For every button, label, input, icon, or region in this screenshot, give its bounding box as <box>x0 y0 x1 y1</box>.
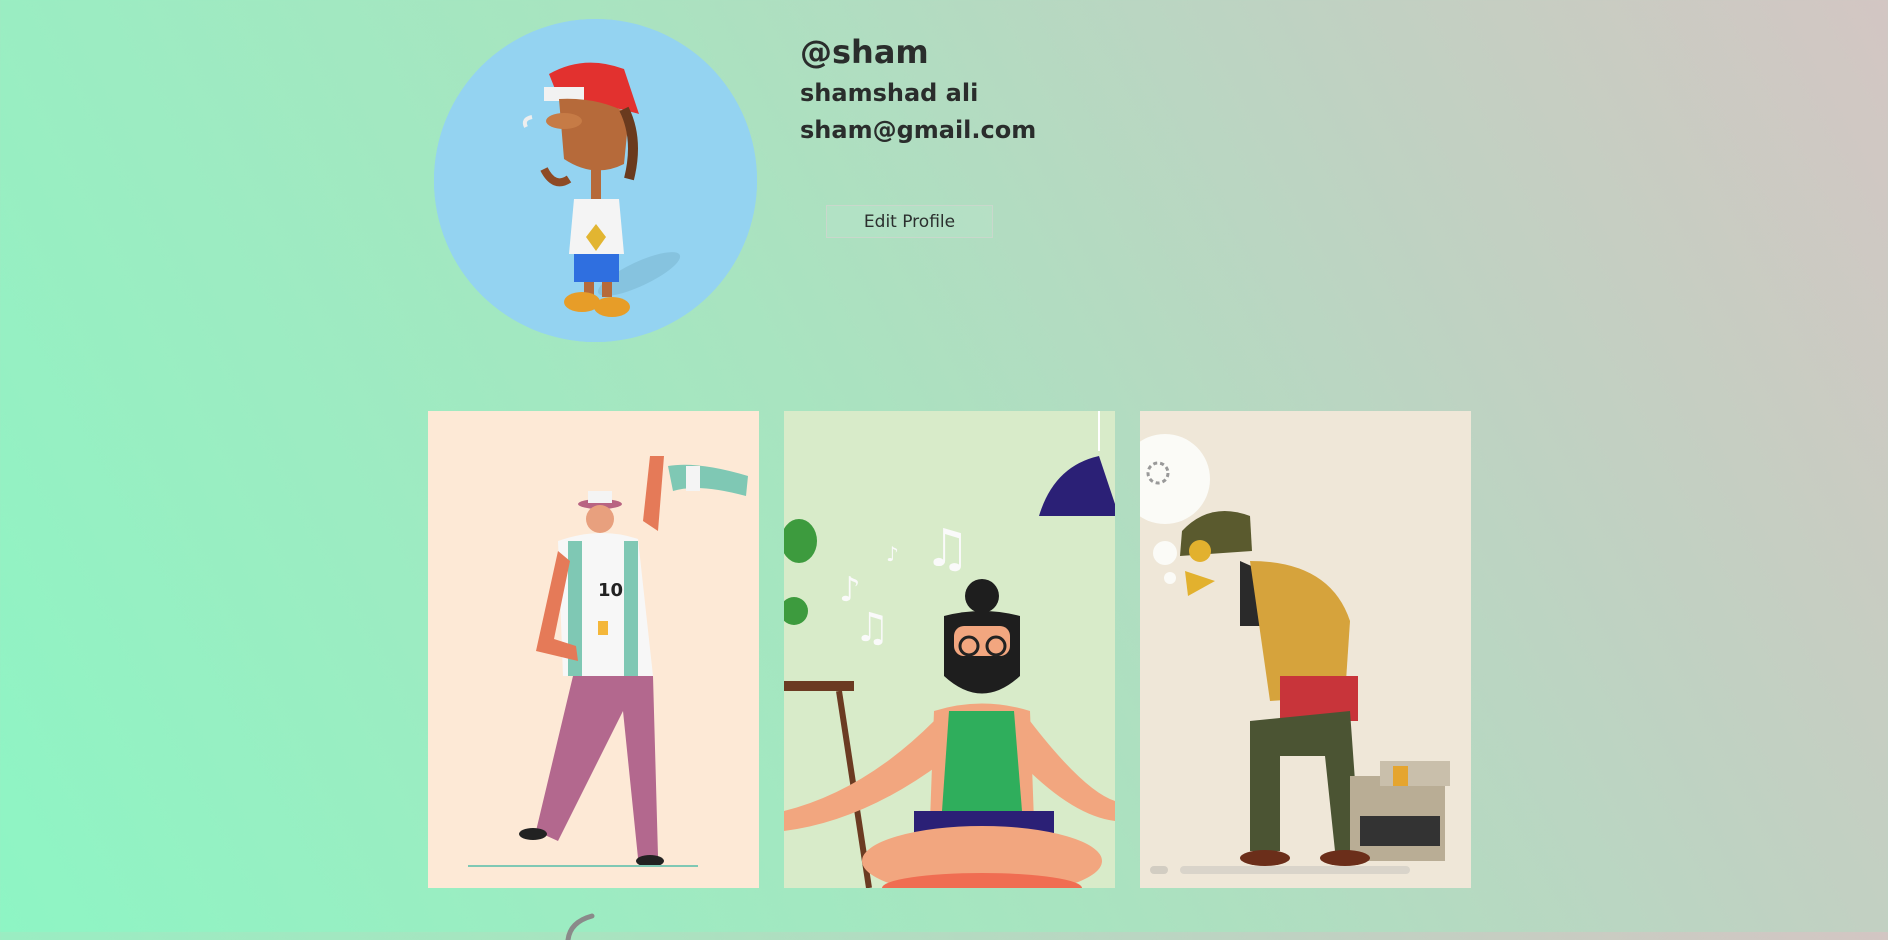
post-card-3[interactable] <box>1140 411 1471 888</box>
profile-full-name: shamshad ali <box>800 79 979 107</box>
football-fan-illustration: 10 <box>428 411 759 888</box>
profile-email: sham@gmail.com <box>800 116 1037 144</box>
svg-text:♪: ♪ <box>839 570 861 610</box>
svg-text:♪: ♪ <box>886 542 899 566</box>
loading-spinner-icon <box>565 913 595 940</box>
profile-avatar <box>434 19 757 342</box>
avatar-image <box>434 19 757 342</box>
post-card-2[interactable]: ♫ ♪ ♫ ♪ <box>784 411 1115 888</box>
profile-username: @sham <box>800 33 929 71</box>
svg-text:♫: ♫ <box>924 519 971 579</box>
meditating-man-illustration: ♫ ♪ ♫ ♪ <box>784 411 1115 888</box>
sad-worker-illustration <box>1140 411 1471 888</box>
post-card-1[interactable]: 10 <box>428 411 759 888</box>
svg-text:♫: ♫ <box>854 605 890 651</box>
edit-profile-button[interactable]: Edit Profile <box>826 205 993 238</box>
svg-text:10: 10 <box>598 580 623 601</box>
